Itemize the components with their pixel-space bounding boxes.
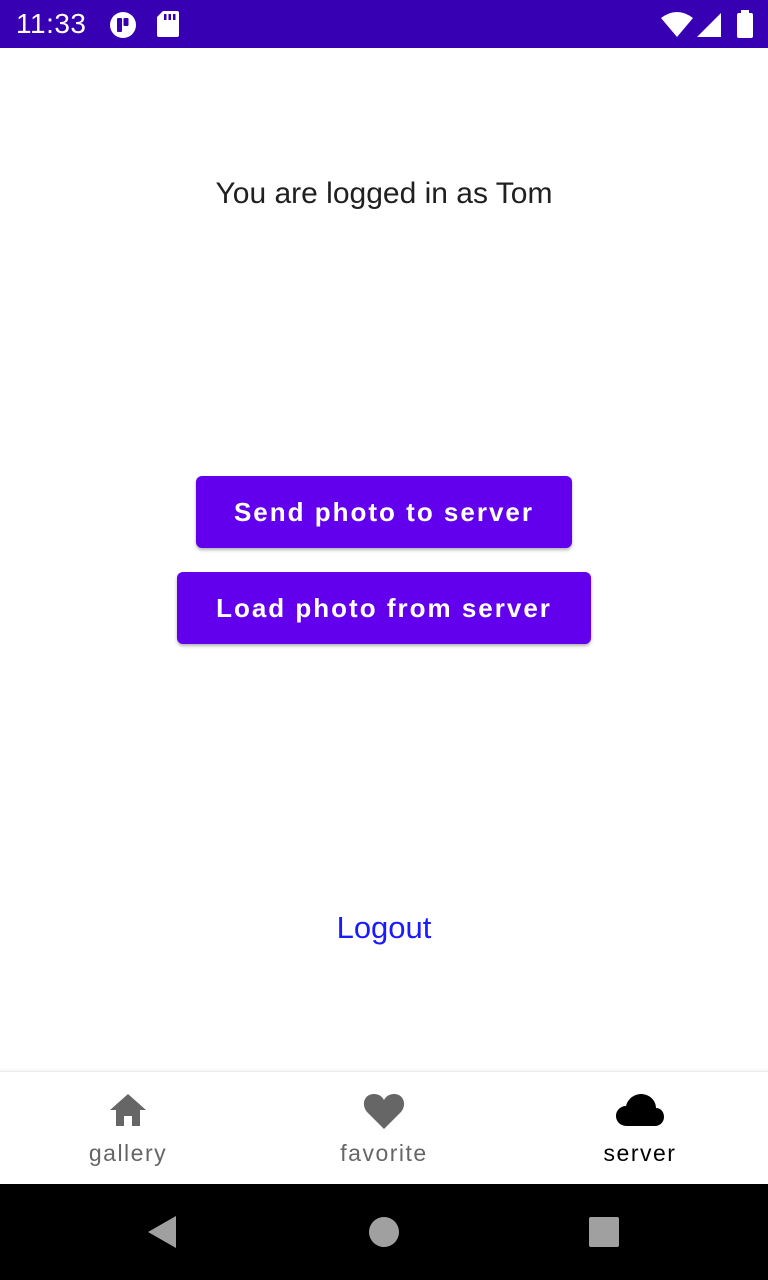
sd-card-icon [156, 10, 180, 43]
cloud-icon [512, 1092, 768, 1133]
logged-in-status-text: You are logged in as Tom [215, 177, 553, 210]
load-photo-button[interactable]: Load photo from server [177, 572, 591, 644]
recents-icon[interactable] [580, 1208, 628, 1256]
battery-icon [736, 10, 754, 43]
cellular-signal-icon [696, 12, 722, 43]
logout-link[interactable]: Logout [0, 908, 768, 948]
status-time: 11:33 [16, 8, 87, 39]
nav-item-server[interactable]: server [512, 1072, 768, 1185]
app-notification-icon [108, 10, 138, 45]
nav-item-favorite[interactable]: favorite [256, 1072, 512, 1185]
heart-icon [256, 1092, 512, 1135]
home-circle-icon[interactable] [360, 1208, 408, 1256]
back-icon[interactable] [138, 1208, 186, 1256]
wifi-icon [660, 12, 694, 43]
nav-item-gallery[interactable]: gallery [0, 1072, 256, 1185]
nav-label-favorite: favorite [340, 1140, 428, 1166]
status-bar: 11:33 [0, 0, 768, 48]
nav-label-server: server [603, 1140, 677, 1166]
server-screen: You are logged in as Tom Send photo to s… [0, 48, 768, 1072]
system-navigation-bar [0, 1184, 768, 1280]
bottom-navigation: gallery favorite server [0, 1071, 768, 1185]
nav-label-gallery: gallery [88, 1140, 168, 1166]
send-photo-button[interactable]: Send photo to server [196, 476, 572, 548]
home-icon [0, 1092, 256, 1133]
